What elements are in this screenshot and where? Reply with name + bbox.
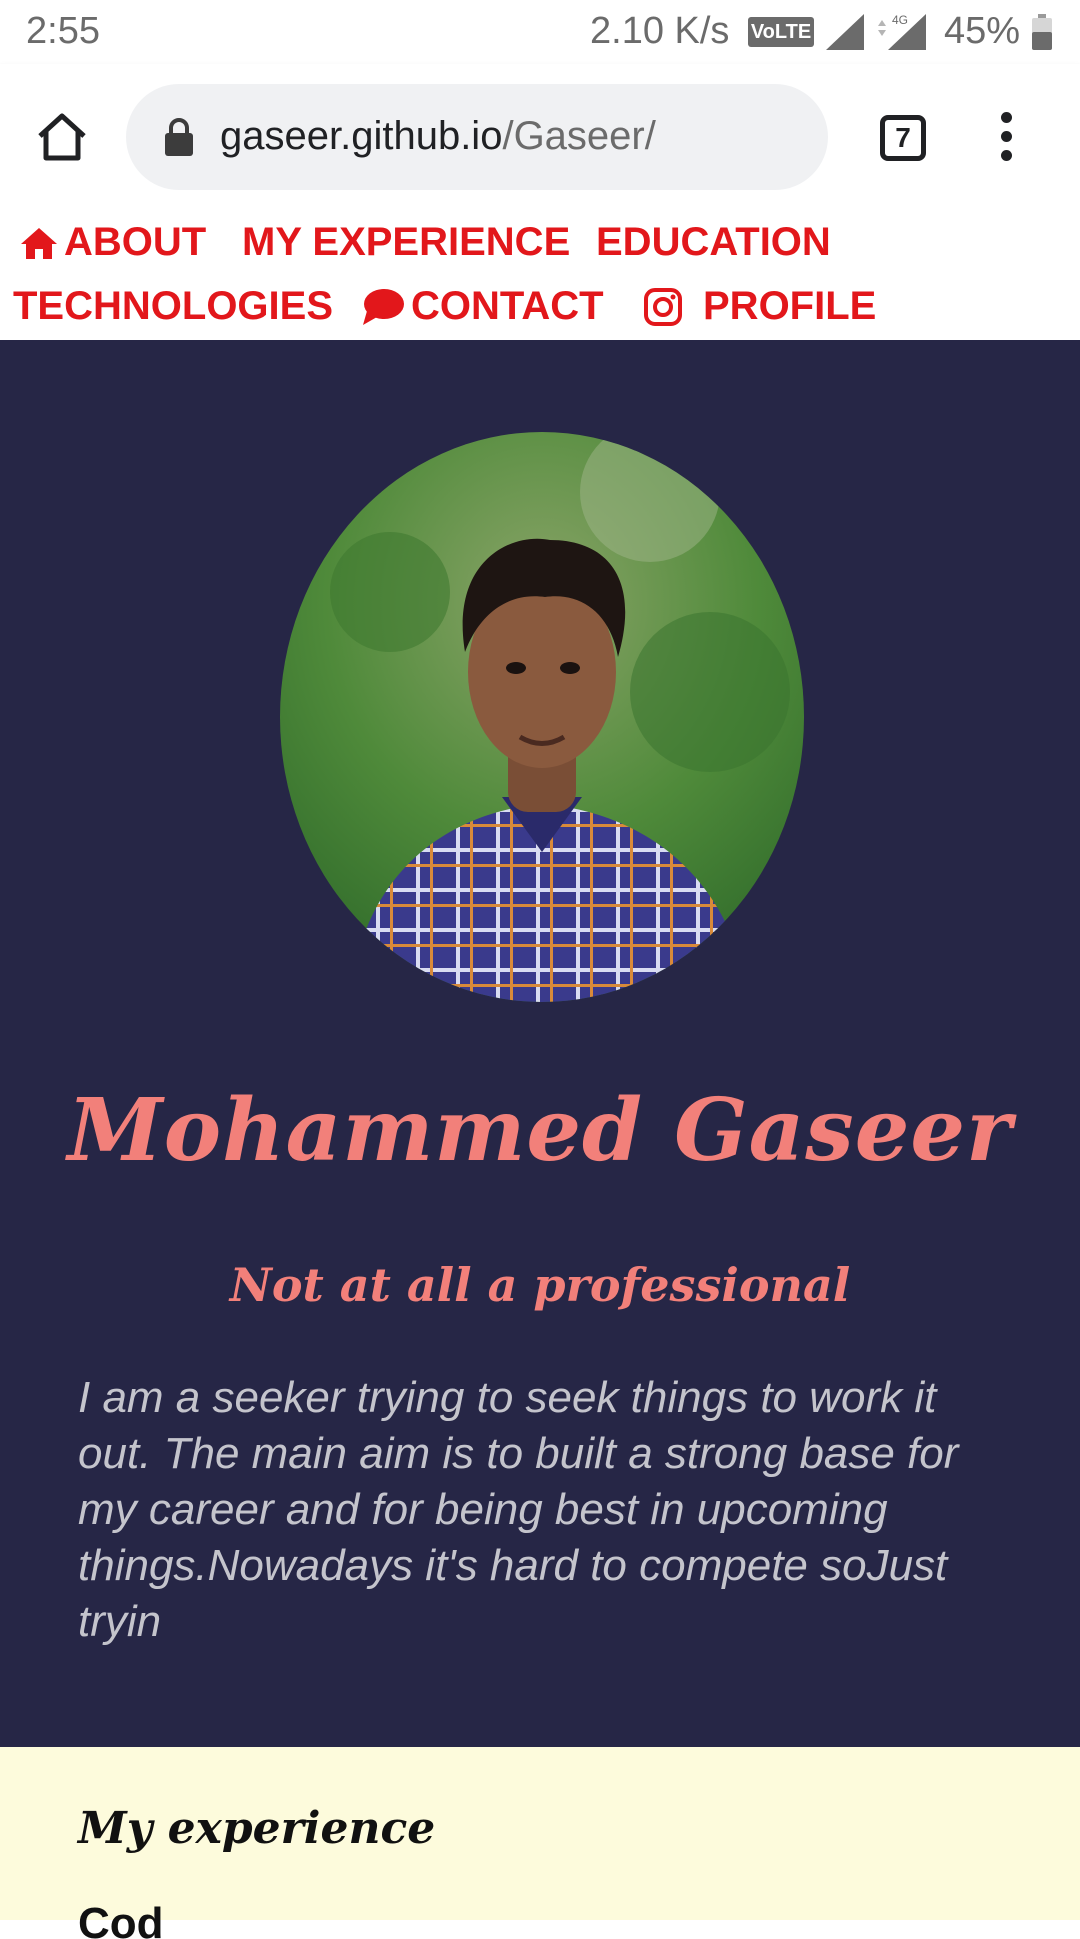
network-speed: 2.10 K/s bbox=[590, 10, 730, 52]
nav-about-label: ABOUT bbox=[64, 220, 207, 264]
profile-bio: I am a seeker trying to seek things to w… bbox=[78, 1373, 959, 1646]
url-path: /Gaseer/ bbox=[502, 114, 656, 158]
home-icon[interactable] bbox=[34, 108, 90, 164]
home-icon bbox=[21, 227, 57, 259]
nav-experience-label: MY EXPERIENCE bbox=[242, 220, 571, 264]
address-bar[interactable]: gaseer.github.io/Gaseer/ bbox=[126, 84, 828, 190]
browser-toolbar: gaseer.github.io/Gaseer/ 7 bbox=[0, 64, 1080, 210]
nav-technologies-label: TECHNOLOGIES bbox=[13, 284, 334, 328]
signal-4g-icon: 4G bbox=[878, 13, 926, 50]
network-type-label: 4G bbox=[892, 13, 908, 27]
nav-profile-label: PROFILE bbox=[703, 284, 877, 328]
hero-section: Mohammed Gaseer Not at all a professiona… bbox=[0, 340, 1080, 1747]
profile-name: Mohammed Gaseer bbox=[67, 1080, 1013, 1181]
profile-photo bbox=[280, 432, 804, 1002]
chat-bubble-icon bbox=[363, 288, 404, 325]
status-time: 2:55 bbox=[26, 10, 100, 52]
experience-item-title: Cod bbox=[78, 1899, 338, 1939]
experience-heading: My experience bbox=[78, 1803, 436, 1854]
nav-contact[interactable]: CONTACT bbox=[361, 284, 604, 329]
nav-education-label: EDUCATION bbox=[596, 220, 831, 264]
nav-technologies[interactable]: TECHNOLOGIES bbox=[13, 284, 333, 329]
tab-switcher-button[interactable]: 7 bbox=[880, 115, 926, 161]
url-text[interactable]: gaseer.github.io/Gaseer/ bbox=[220, 114, 656, 159]
nav-contact-label: CONTACT bbox=[411, 284, 604, 328]
nav-education[interactable]: EDUCATION bbox=[596, 220, 831, 265]
lock-icon bbox=[165, 118, 193, 156]
status-bar: 2:55 2.10 K/s VoLTE 4G 45% bbox=[0, 0, 1080, 64]
battery-percent: 45% bbox=[944, 10, 1021, 52]
url-host: gaseer.github.io bbox=[220, 114, 503, 158]
signal-strength-icon bbox=[826, 14, 864, 50]
volte-badge: VoLTE bbox=[748, 17, 814, 47]
more-vert-icon[interactable] bbox=[990, 112, 1022, 166]
instagram-icon bbox=[644, 287, 682, 326]
battery-icon bbox=[1032, 14, 1052, 50]
nav-experience[interactable]: MY EXPERIENCE bbox=[242, 220, 570, 265]
nav-about[interactable]: ABOUT bbox=[20, 220, 206, 265]
nav-profile[interactable]: PROFILE bbox=[643, 284, 876, 329]
experience-item-title-text: Cod bbox=[78, 1899, 164, 1939]
profile-tagline: Not at all a professional bbox=[229, 1258, 851, 1312]
site-nav: ABOUT MY EXPERIENCE EDUCATION TECHNOLOGI… bbox=[0, 210, 1080, 340]
experience-section: My experience Cod bbox=[0, 1747, 1080, 1939]
